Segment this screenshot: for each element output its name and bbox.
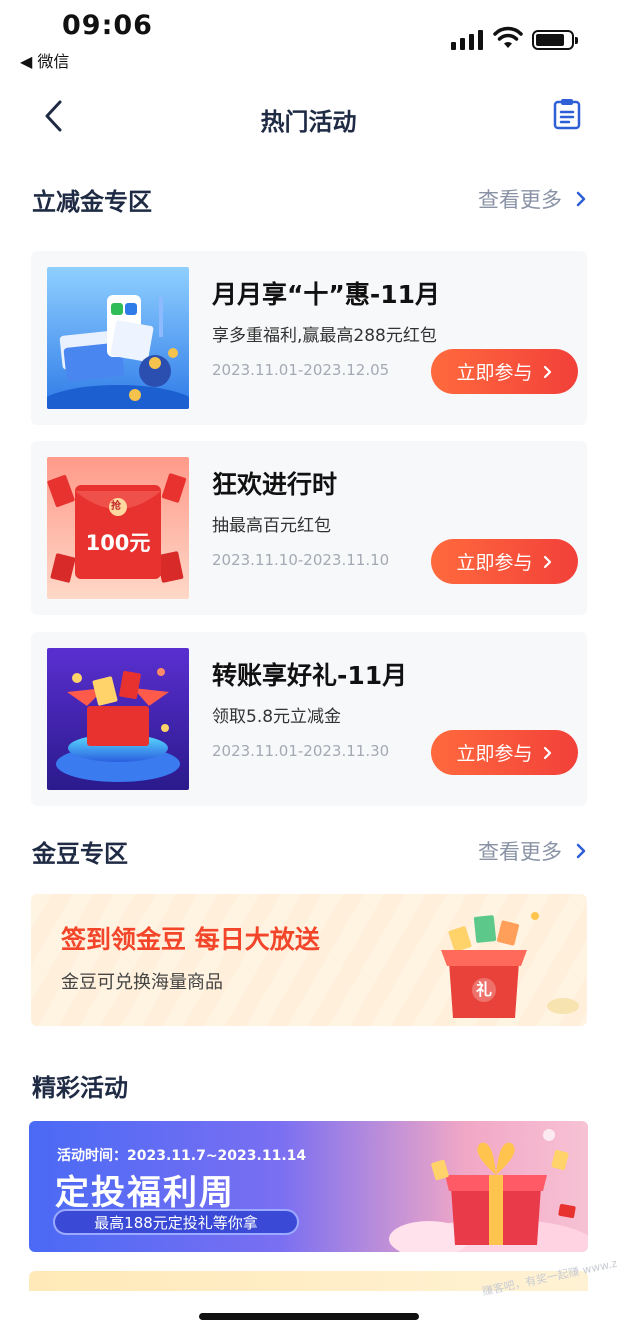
activity-date-range: 2023.11.01-2023.12.05 <box>212 361 390 379</box>
chevron-right-icon <box>543 746 551 759</box>
activity-subtitle: 享多重福利,赢最高288元红包 <box>212 326 437 346</box>
activity-date-range: 2023.11.01-2023.11.30 <box>212 742 390 760</box>
view-more-label: 查看更多 <box>478 188 562 212</box>
wifi-icon <box>493 26 523 48</box>
view-more-link[interactable]: 查看更多 <box>478 184 588 214</box>
section-title: 金豆专区 <box>32 840 128 868</box>
activity-subtitle: 抽最高百元红包 <box>212 516 331 536</box>
join-now-label: 立即参与 <box>456 552 533 574</box>
activity-card[interactable]: 月月享“十”惠-11月 享多重福利,赢最高288元红包 2023.11.01-2… <box>31 251 587 425</box>
status-bar: 09:06 ◀ 微信 <box>0 0 617 76</box>
promo-title: 定投福利周 <box>55 1173 235 1213</box>
section-header-jindou: 金豆专区 查看更多 <box>32 834 588 874</box>
page-title: 热门活动 <box>260 108 357 136</box>
section-header-lijianjin: 立减金专区 查看更多 <box>32 182 588 222</box>
join-now-button[interactable]: 立即参与 <box>431 730 578 775</box>
battery-icon <box>532 30 578 50</box>
join-now-button[interactable]: 立即参与 <box>431 349 578 394</box>
clipboard-icon[interactable] <box>552 98 582 130</box>
join-now-label: 立即参与 <box>456 743 533 765</box>
activity-thumbnail-gift-stage <box>47 648 189 790</box>
join-now-button[interactable]: 立即参与 <box>431 539 578 584</box>
back-to-wechat-link[interactable]: ◀ 微信 <box>20 48 69 72</box>
activity-subtitle: 领取5.8元立减金 <box>212 707 342 727</box>
activity-date-range: 2023.11.10-2023.11.10 <box>212 551 390 569</box>
section-header-jingcai: 精彩活动 <box>32 1068 588 1108</box>
chevron-right-icon <box>576 191 586 207</box>
home-indicator[interactable] <box>199 1313 419 1320</box>
promo-pill: 最高188元定投礼等你拿 <box>53 1209 299 1235</box>
promo-time-text: 活动时间：2023.11.7~2023.11.14 <box>57 1148 307 1164</box>
gift-label: 礼 <box>476 980 493 999</box>
gift-box-icon: 礼 <box>423 906 583 1022</box>
gift-box-illustration <box>389 1121 588 1252</box>
chevron-right-icon <box>543 365 551 378</box>
view-more-label: 查看更多 <box>478 840 562 864</box>
activity-title: 狂欢进行时 <box>212 470 338 499</box>
chevron-right-icon <box>576 843 586 859</box>
activity-card[interactable]: 转账享好礼-11月 领取5.8元立减金 2023.11.01-2023.11.3… <box>31 632 587 806</box>
activity-title: 月月享“十”惠-11月 <box>212 280 441 309</box>
navigation-bar: 热门活动 <box>0 80 617 156</box>
bean-banner-title: 签到领金豆 每日大放送 <box>61 925 320 954</box>
section-title: 精彩活动 <box>32 1074 128 1102</box>
section-title: 立减金专区 <box>32 188 152 216</box>
activity-card[interactable]: 抢 100元 狂欢进行时 抽最高百元红包 2023.11.10-2023.11.… <box>31 441 587 615</box>
join-now-label: 立即参与 <box>456 362 533 384</box>
envelope-badge: 抢 <box>111 501 121 512</box>
gold-bean-banner[interactable]: 签到领金豆 每日大放送 金豆可兑换海量商品 礼 <box>31 894 587 1026</box>
status-time: 09:06 <box>62 10 153 41</box>
bean-banner-subtitle: 金豆可兑换海量商品 <box>61 972 223 993</box>
envelope-amount: 100元 <box>85 531 151 555</box>
promo-banner[interactable]: 活动时间：2023.11.7~2023.11.14 定投福利周 最高188元定投… <box>29 1121 588 1252</box>
cellular-signal-icon <box>451 28 483 50</box>
view-more-link[interactable]: 查看更多 <box>478 836 588 866</box>
activity-title: 转账享好礼-11月 <box>212 661 408 690</box>
activity-thumbnail-red-envelope: 抢 100元 <box>47 457 189 599</box>
chevron-right-icon <box>543 555 551 568</box>
activity-thumbnail-cards <box>47 267 189 409</box>
